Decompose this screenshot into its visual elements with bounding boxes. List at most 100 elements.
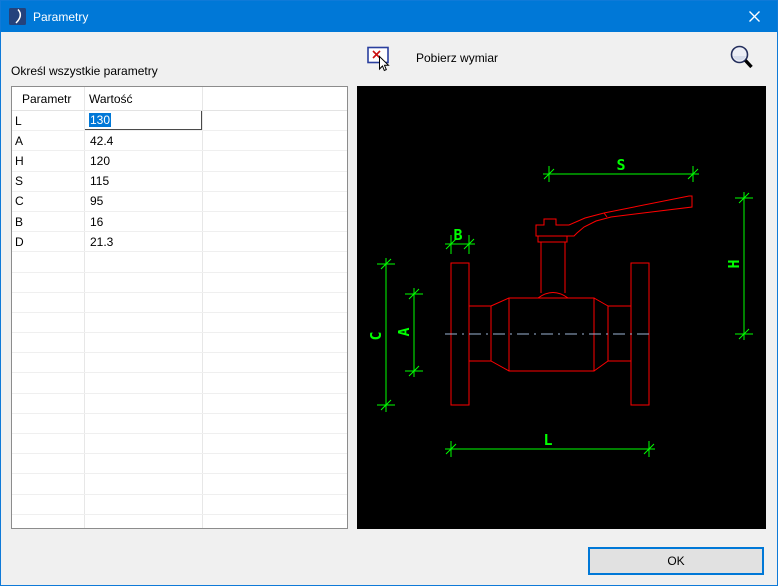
param-cell[interactable]: C (12, 191, 85, 211)
extra-cell[interactable] (203, 515, 347, 528)
param-cell[interactable] (12, 454, 85, 474)
param-cell[interactable]: B (12, 211, 85, 232)
value-cell[interactable] (85, 454, 203, 474)
extra-cell[interactable] (203, 474, 347, 493)
param-cell[interactable]: L (12, 111, 85, 131)
extra-cell[interactable] (203, 313, 347, 332)
value-cell[interactable] (85, 474, 203, 494)
value-cell[interactable] (85, 312, 203, 333)
close-button[interactable] (732, 1, 777, 32)
value-cell[interactable]: 120 (85, 151, 203, 171)
param-cell[interactable]: S (12, 171, 85, 191)
table-row: H 120 (12, 151, 347, 172)
table-row (12, 413, 347, 434)
param-cell[interactable] (12, 312, 85, 333)
param-cell[interactable] (12, 413, 85, 433)
magnifier-icon[interactable] (727, 43, 755, 72)
value-cell[interactable] (85, 514, 203, 528)
table-row (12, 494, 347, 515)
table-row (12, 514, 347, 528)
extra-cell[interactable] (203, 454, 347, 473)
extra-cell[interactable] (203, 192, 347, 211)
table-row: L 130 (12, 111, 347, 132)
param-cell[interactable] (12, 353, 85, 373)
pick-dimension-icon[interactable] (367, 46, 393, 72)
param-cell[interactable] (12, 393, 85, 413)
dim-label-h: H (725, 259, 743, 268)
value-cell[interactable]: 95 (85, 191, 203, 211)
param-cell[interactable] (12, 434, 85, 454)
param-cell[interactable] (12, 252, 85, 272)
extra-cell[interactable] (203, 273, 347, 292)
extra-cell[interactable] (203, 495, 347, 514)
param-cell[interactable] (12, 474, 85, 494)
value-cell[interactable]: 42.4 (85, 131, 203, 151)
extra-cell[interactable] (203, 373, 347, 392)
value-cell[interactable]: 21.3 (85, 232, 203, 252)
table-row (12, 252, 347, 273)
value-cell[interactable] (85, 393, 203, 413)
pick-dimension-label: Pobierz wymiar (416, 51, 499, 65)
param-cell[interactable]: H (12, 151, 85, 171)
value-cell[interactable] (85, 434, 203, 454)
param-cell[interactable] (12, 373, 85, 393)
titlebar[interactable]: Parametry (1, 1, 777, 32)
extra-cell[interactable] (203, 252, 347, 271)
dim-label-l: L (543, 431, 552, 449)
value-cell[interactable] (85, 353, 203, 373)
value-cell[interactable] (85, 494, 203, 514)
extra-cell[interactable] (203, 353, 347, 372)
parameters-dialog: Parametry Pobierz wymiar Określ wszystki… (0, 0, 778, 586)
param-cell[interactable] (12, 333, 85, 353)
close-icon (749, 11, 760, 22)
extra-cell[interactable] (203, 232, 347, 251)
header-parametr[interactable]: Parametr (12, 87, 85, 110)
param-cell[interactable]: D (12, 232, 85, 252)
valve-handle (535, 195, 693, 237)
extra-cell[interactable] (203, 414, 347, 433)
params-section-label: Określ wszystkie parametry (11, 64, 158, 78)
value-cell[interactable] (85, 272, 203, 292)
param-cell[interactable]: A (12, 131, 85, 151)
ok-button[interactable]: OK (588, 547, 764, 575)
table-row: C 95 (12, 191, 347, 212)
drawing-preview-panel[interactable]: S B C A H L (357, 86, 766, 529)
table-row (12, 393, 347, 414)
param-cell[interactable] (12, 514, 85, 528)
value-cell[interactable]: 130 (85, 111, 203, 131)
extra-cell[interactable] (203, 394, 347, 413)
extra-cell[interactable] (203, 212, 347, 231)
value-cell[interactable]: 115 (85, 171, 203, 191)
table-row: D 21.3 (12, 232, 347, 253)
param-cell[interactable] (12, 292, 85, 312)
extra-cell[interactable] (203, 434, 347, 453)
extra-cell[interactable] (203, 333, 347, 352)
param-cell[interactable] (12, 272, 85, 292)
table-header-row: Parametr Wartość (12, 87, 347, 111)
header-wartosc[interactable]: Wartość (85, 87, 203, 110)
extra-cell[interactable] (203, 131, 347, 150)
param-cell[interactable] (12, 494, 85, 514)
extra-cell[interactable] (203, 293, 347, 312)
value-cell[interactable] (85, 292, 203, 312)
table-row (12, 312, 347, 334)
value-cell[interactable] (85, 373, 203, 393)
value-cell[interactable]: 16 (85, 211, 203, 232)
valve-drawing: S B C A H L (367, 156, 753, 457)
extra-cell[interactable] (203, 172, 347, 191)
table-row: B 16 (12, 211, 347, 233)
valve-outline (450, 195, 693, 406)
extra-cell[interactable] (203, 111, 347, 130)
parameter-table[interactable]: Parametr Wartość L 130 A 42.4 H 120 S 115 C 95 B 16… (11, 86, 348, 529)
selected-text: 130 (89, 113, 112, 128)
value-cell[interactable] (85, 413, 203, 433)
value-cell[interactable] (85, 252, 203, 272)
value-cell[interactable] (85, 333, 203, 353)
param-table-body: L 130 A 42.4 H 120 S 115 C 95 B 16 D 21.3 (12, 111, 347, 528)
table-row (12, 353, 347, 374)
table-row (12, 292, 347, 313)
value-edit-input[interactable]: 130 (85, 111, 202, 131)
window-title: Parametry (33, 9, 89, 24)
table-row: A 42.4 (12, 131, 347, 152)
extra-cell[interactable] (203, 151, 347, 170)
